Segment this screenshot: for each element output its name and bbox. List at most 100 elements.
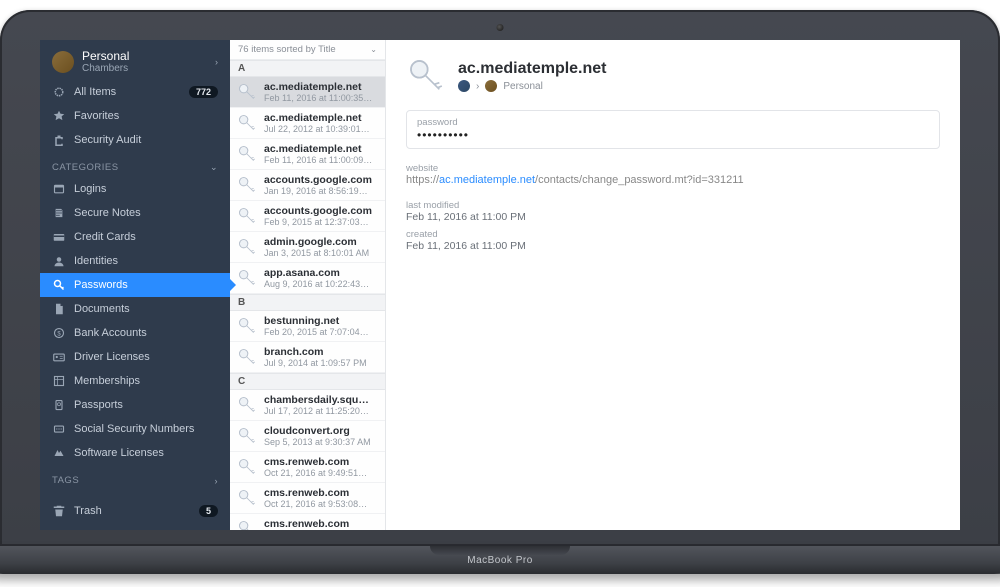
list-item[interactable]: admin.google.comJan 3, 2015 at 8:10:01 A…: [230, 232, 385, 263]
item-detail: ac.mediatemple.net › Personal password •…: [386, 40, 960, 530]
sidebar-item-label: Passports: [74, 399, 218, 411]
list-item[interactable]: accounts.google.comFeb 9, 2015 at 12:37:…: [230, 201, 385, 232]
chevron-right-icon: ›: [476, 81, 479, 92]
detail-breadcrumb: › Personal: [458, 80, 607, 92]
sidebar-item-identities[interactable]: Identities: [40, 249, 230, 273]
sidebar-item-bank-accounts[interactable]: $Bank Accounts: [40, 321, 230, 345]
list-item[interactable]: cms.renweb.comOct 21, 2016 at 9:49:51…: [230, 452, 385, 483]
item-list-scroll[interactable]: Aac.mediatemple.netFeb 11, 2016 at 11:00…: [230, 60, 385, 530]
sidebar-item-ssn[interactable]: Social Security Numbers: [40, 417, 230, 441]
sidebar: Personal Chambers › All Items 772 Favorite…: [40, 40, 230, 530]
driver-licenses-icon: [52, 350, 66, 364]
camera-dot: [497, 24, 504, 31]
list-item[interactable]: ac.mediatemple.netFeb 11, 2016 at 11:00:…: [230, 77, 385, 108]
url-prefix: https://: [406, 174, 439, 186]
sidebar-item-label: Software Licenses: [74, 447, 218, 459]
list-sort-header[interactable]: 76 items sorted by Title ⌄: [230, 40, 385, 60]
sidebar-item-label: Credit Cards: [74, 231, 218, 243]
vault-name: Personal: [82, 50, 207, 63]
sidebar-item-label: Identities: [74, 255, 218, 267]
list-item[interactable]: cloudconvert.orgSep 5, 2013 at 9:30:37 A…: [230, 421, 385, 452]
item-title: app.asana.com: [264, 267, 379, 279]
sidebar-item-label: Trash: [74, 505, 191, 517]
laptop-base: MacBook Pro: [0, 546, 1000, 574]
sidebar-item-documents[interactable]: Documents: [40, 297, 230, 321]
list-item[interactable]: chambersdaily.squ…Jul 17, 2012 at 11:25:…: [230, 390, 385, 421]
item-subtitle: Sep 5, 2013 at 9:30:37 AM: [264, 437, 379, 447]
list-item[interactable]: cms.renweb.comOct 21, 2016 at 9:53:08…: [230, 483, 385, 514]
item-title: ac.mediatemple.net: [264, 81, 379, 93]
key-icon: [236, 174, 258, 196]
sidebar-item-security-audit[interactable]: Security Audit: [40, 128, 230, 152]
sidebar-item-software-licenses[interactable]: Software Licenses: [40, 441, 230, 465]
vault-subtitle: Chambers: [82, 63, 207, 74]
ssn-icon: [52, 422, 66, 436]
svg-text:$: $: [57, 331, 61, 337]
key-icon: [236, 267, 258, 289]
section-header-categories[interactable]: CATEGORIES ⌄: [40, 152, 230, 177]
list-item[interactable]: ac.mediatemple.netFeb 11, 2016 at 11:00:…: [230, 139, 385, 170]
list-item[interactable]: accounts.google.comJan 19, 2016 at 8:56:…: [230, 170, 385, 201]
chevron-right-icon: ›: [215, 476, 219, 486]
list-section-header: C: [230, 373, 385, 390]
screen-bezel: Personal Chambers › All Items 772 Favorite…: [0, 10, 1000, 546]
sidebar-item-all-items[interactable]: All Items 772: [40, 80, 230, 104]
key-icon: [236, 315, 258, 337]
sidebar-item-trash[interactable]: Trash 5: [40, 496, 230, 530]
key-icon: [236, 518, 258, 530]
sidebar-item-label: Passwords: [74, 279, 218, 291]
laptop-frame: Personal Chambers › All Items 772 Favorite…: [0, 10, 1000, 574]
item-subtitle: Jul 22, 2012 at 10:39:01…: [264, 124, 379, 134]
section-header-tags[interactable]: TAGS ›: [40, 465, 230, 490]
sidebar-item-label: All Items: [74, 86, 181, 98]
sidebar-item-passports[interactable]: Passports: [40, 393, 230, 417]
created-value: Feb 11, 2016 at 11:00 PM: [406, 240, 940, 252]
sidebar-item-driver-licenses[interactable]: Driver Licenses: [40, 345, 230, 369]
sidebar-item-favorites[interactable]: Favorites: [40, 104, 230, 128]
trash-icon: [52, 504, 66, 518]
list-item[interactable]: bestunning.netFeb 20, 2015 at 7:07:04…: [230, 311, 385, 342]
list-sort-label: 76 items sorted by Title: [238, 44, 336, 55]
field-label: created: [406, 229, 940, 240]
item-title: bestunning.net: [264, 315, 379, 327]
field-label: password: [417, 117, 929, 128]
website-link[interactable]: https://ac.mediatemple.net/contacts/chan…: [406, 174, 940, 186]
item-subtitle: Jul 17, 2012 at 11:25:20…: [264, 406, 379, 416]
credit-cards-icon: [52, 230, 66, 244]
documents-icon: [52, 302, 66, 316]
key-icon: [236, 143, 258, 165]
vault-switcher[interactable]: Personal Chambers ›: [40, 40, 230, 80]
passports-icon: [52, 398, 66, 412]
item-subtitle: Oct 21, 2016 at 9:49:51…: [264, 468, 379, 478]
item-title: branch.com: [264, 346, 379, 358]
sidebar-item-credit-cards[interactable]: Credit Cards: [40, 225, 230, 249]
list-item[interactable]: app.asana.comAug 9, 2016 at 10:22:43…: [230, 263, 385, 294]
item-title: cms.renweb.com: [264, 487, 379, 499]
crumb-vault-name: Personal: [503, 81, 542, 92]
key-icon: [236, 456, 258, 478]
item-subtitle: Feb 11, 2016 at 11:00:35…: [264, 93, 379, 103]
list-item[interactable]: branch.comJul 9, 2014 at 1:09:57 PM: [230, 342, 385, 373]
chevron-right-icon: ›: [215, 57, 218, 67]
list-item[interactable]: cms.renweb.comJul 24, 2017 at 2:22:01 PM: [230, 514, 385, 530]
vault-avatar: [485, 80, 497, 92]
password-field[interactable]: password ••••••••••: [406, 110, 940, 149]
sidebar-item-passwords[interactable]: Passwords: [40, 273, 230, 297]
sidebar-item-memberships[interactable]: Memberships: [40, 369, 230, 393]
list-item[interactable]: ac.mediatemple.netJul 22, 2012 at 10:39:…: [230, 108, 385, 139]
item-subtitle: Feb 20, 2015 at 7:07:04…: [264, 327, 379, 337]
all-items-icon: [52, 85, 66, 99]
item-list: 76 items sorted by Title ⌄ Aac.mediatemp…: [230, 40, 386, 530]
security-audit-icon: [52, 133, 66, 147]
key-icon: [236, 81, 258, 103]
section-label: CATEGORIES: [52, 162, 119, 173]
laptop-label: MacBook Pro: [467, 555, 533, 566]
sidebar-item-secure-notes[interactable]: Secure Notes: [40, 201, 230, 225]
identities-icon: [52, 254, 66, 268]
sidebar-item-label: Social Security Numbers: [74, 423, 218, 435]
url-rest: /contacts/change_password.mt?id=331211: [535, 174, 744, 186]
item-title: accounts.google.com: [264, 174, 379, 186]
item-title: accounts.google.com: [264, 205, 379, 217]
badge: 772: [189, 86, 218, 98]
sidebar-item-logins[interactable]: Logins: [40, 177, 230, 201]
